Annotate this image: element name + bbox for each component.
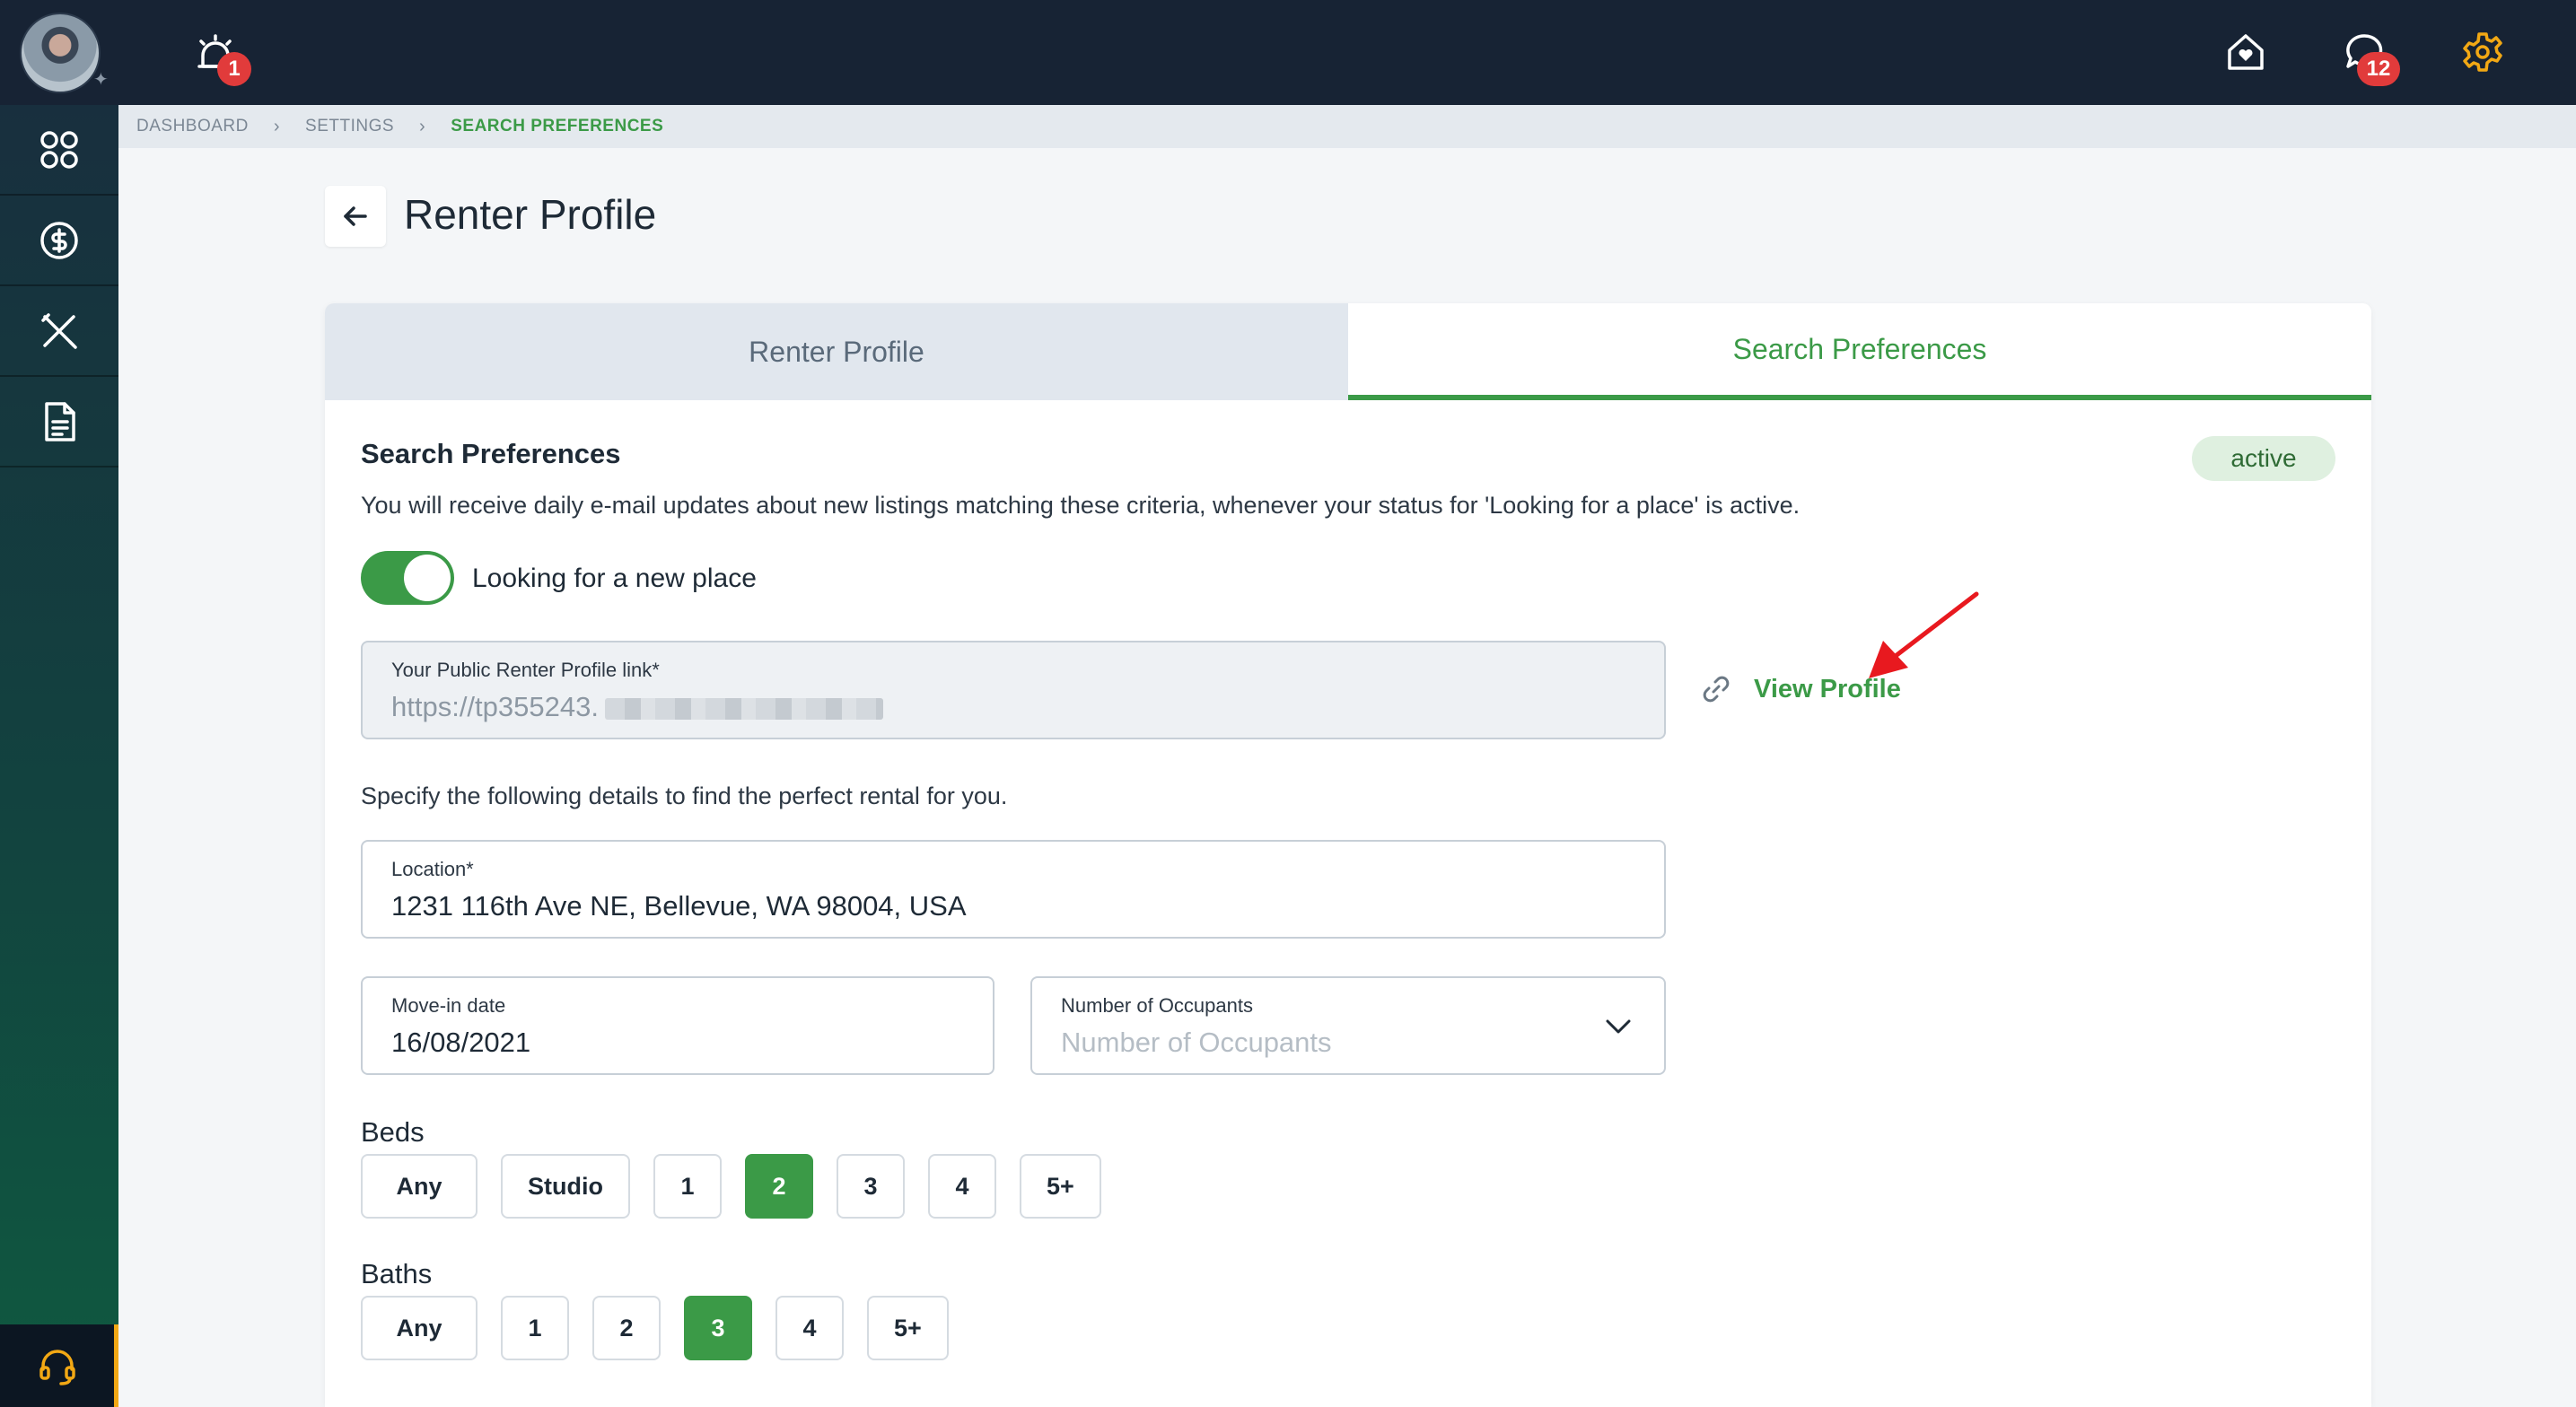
- beds-option-4[interactable]: 4: [927, 1154, 996, 1219]
- baths-option-2[interactable]: 2: [592, 1296, 661, 1360]
- sidebar-item-payments[interactable]: [0, 196, 118, 286]
- breadcrumb-search-preferences: SEARCH PREFERENCES: [451, 117, 664, 135]
- breadcrumb-dashboard[interactable]: DASHBOARD: [136, 117, 249, 136]
- sidebar-item-maintenance[interactable]: [0, 286, 118, 377]
- beds-option-any[interactable]: Any: [361, 1154, 478, 1219]
- dollar-circle-icon: [40, 221, 78, 259]
- location-label: Location*: [391, 858, 474, 880]
- tab-search-preferences[interactable]: Search Preferences: [1348, 303, 2371, 400]
- move-in-value: 16/08/2021: [391, 1027, 531, 1058]
- looking-toggle[interactable]: [361, 551, 454, 605]
- occupants-label: Number of Occupants: [1061, 994, 1253, 1017]
- baths-option-3[interactable]: 3: [684, 1296, 752, 1360]
- beds-options: Any Studio 1 2 3 4 5+: [361, 1154, 1101, 1219]
- link-icon: [1703, 676, 1730, 703]
- breadcrumb-settings[interactable]: SETTINGS: [305, 117, 394, 136]
- occupants-select[interactable]: Number of Occupants Number of Occupants: [1030, 976, 1666, 1075]
- sidebar-item-documents[interactable]: [0, 377, 118, 468]
- beds-option-3[interactable]: 3: [836, 1154, 905, 1219]
- tools-icon: [41, 312, 77, 349]
- public-link-label: Your Public Renter Profile link*: [391, 659, 660, 681]
- annotation-arrow-icon: [1869, 591, 1979, 678]
- public-link-value: https://tp355243.: [391, 691, 599, 722]
- chevron-right-icon: ›: [273, 116, 281, 136]
- dashboard-grid-icon: [40, 130, 78, 169]
- baths-option-4[interactable]: 4: [775, 1296, 844, 1360]
- back-button[interactable]: [325, 186, 386, 247]
- tab-renter-profile[interactable]: Renter Profile: [325, 303, 1348, 400]
- move-in-date-field[interactable]: Move-in date 16/08/2021: [361, 976, 994, 1075]
- preferences-card: Renter Profile Search Preferences Search…: [325, 303, 2371, 1407]
- breadcrumb: DASHBOARD › SETTINGS › SEARCH PREFERENCE…: [118, 105, 2576, 148]
- gear-icon[interactable]: [2459, 29, 2506, 75]
- beds-option-studio[interactable]: Studio: [501, 1154, 630, 1219]
- details-hint: Specify the following details to find th…: [361, 782, 1008, 809]
- beds-option-5plus[interactable]: 5+: [1019, 1154, 1101, 1219]
- status-badge: active: [2192, 436, 2335, 481]
- alarm-count-badge: 1: [217, 52, 251, 86]
- location-value: 1231 116th Ave NE, Bellevue, WA 98004, U…: [391, 890, 967, 922]
- toggle-label: Looking for a new place: [472, 564, 757, 593]
- occupants-placeholder: Number of Occupants: [1061, 1027, 1332, 1058]
- pin-icon: ✦: [93, 70, 109, 90]
- document-icon: [45, 401, 75, 441]
- arrow-left-icon: [344, 206, 367, 226]
- baths-option-1[interactable]: 1: [501, 1296, 569, 1360]
- location-field[interactable]: Location* 1231 116th Ave NE, Bellevue, W…: [361, 840, 1666, 939]
- move-in-label: Move-in date: [391, 994, 506, 1017]
- top-bar: ✦ 1 12: [0, 0, 2576, 105]
- chat-count-badge: 12: [2357, 52, 2400, 86]
- chevron-down-icon: [1606, 1019, 1631, 1034]
- beds-option-1[interactable]: 1: [653, 1154, 722, 1219]
- section-description: You will receive daily e-mail updates ab…: [361, 492, 1801, 519]
- baths-option-5plus[interactable]: 5+: [867, 1296, 949, 1360]
- public-link-field[interactable]: Your Public Renter Profile link* https:/…: [361, 641, 1666, 739]
- toggle-knob: [404, 555, 451, 601]
- headset-icon: [39, 1350, 75, 1385]
- redacted-link: [605, 698, 883, 720]
- sidebar-item-dashboard[interactable]: [0, 105, 118, 196]
- baths-option-any[interactable]: Any: [361, 1296, 478, 1360]
- section-title: Search Preferences: [361, 438, 621, 469]
- page-title: Renter Profile: [404, 191, 657, 238]
- beds-option-2[interactable]: 2: [744, 1154, 813, 1219]
- chevron-right-icon: ›: [419, 116, 426, 136]
- baths-options: Any 1 2 3 4 5+: [361, 1296, 949, 1360]
- home-heart-icon[interactable]: [2222, 29, 2269, 75]
- sidebar: [0, 105, 118, 1407]
- support-button[interactable]: [0, 1324, 118, 1407]
- baths-label: Baths: [361, 1258, 433, 1289]
- user-avatar[interactable]: [20, 13, 101, 93]
- beds-label: Beds: [361, 1116, 425, 1148]
